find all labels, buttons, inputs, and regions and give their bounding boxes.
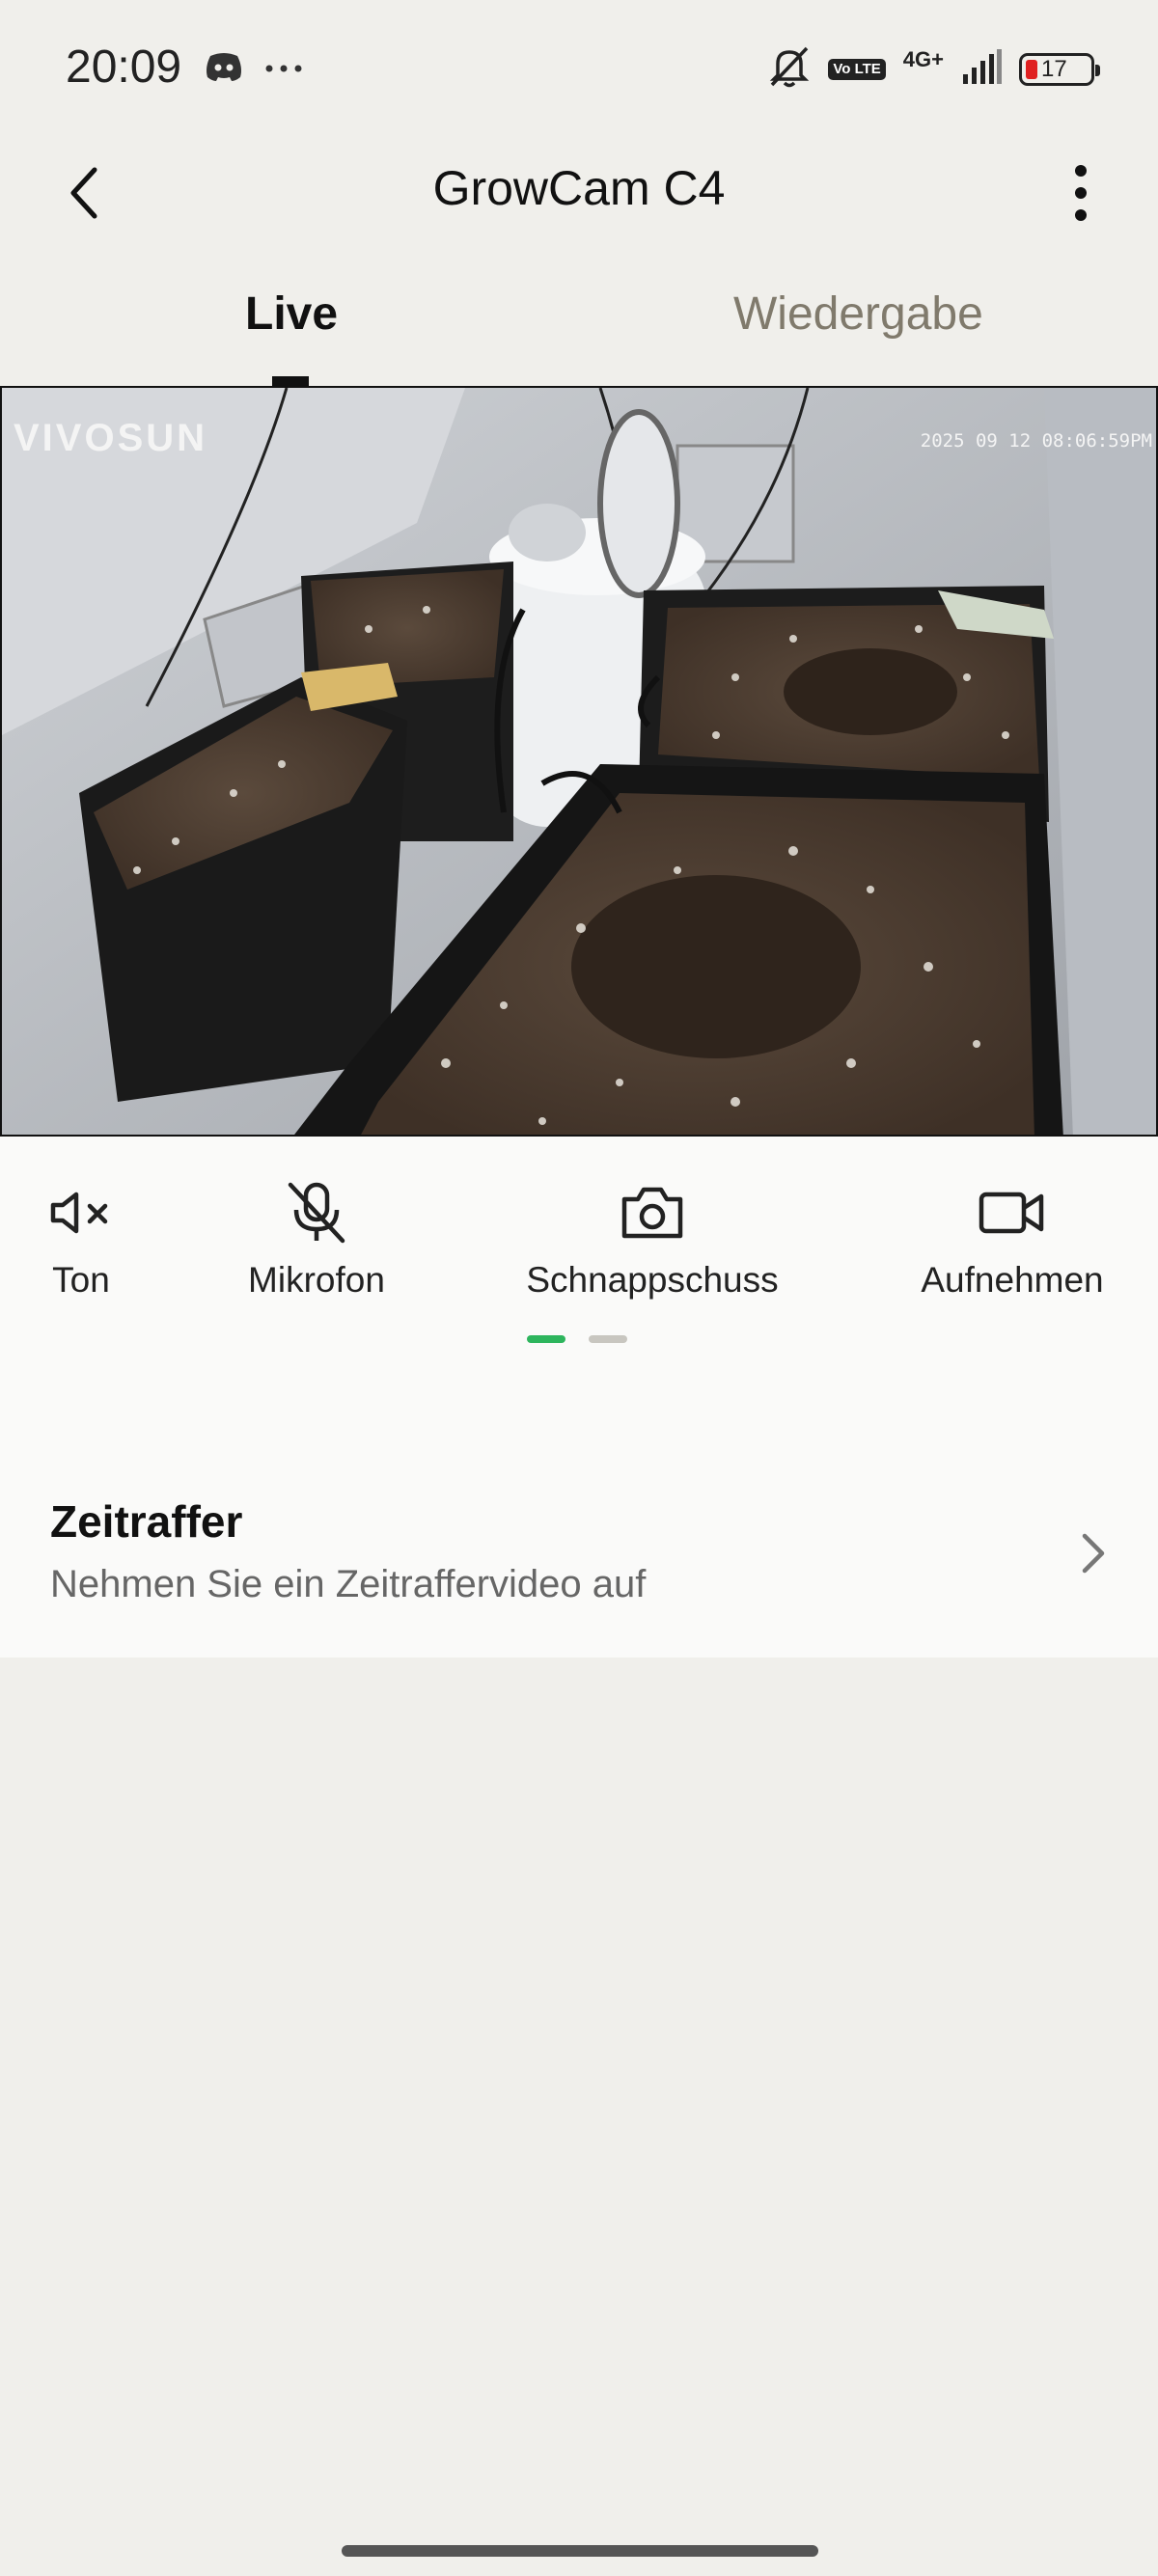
camera-timestamp: 2025 09 12 08:06:59PM [920,430,1152,452]
controls-panel: Ton Mikrofon Schnappschuss Aufnehmen Zei… [0,1137,1158,1658]
timelapse-subtitle: Nehmen Sie ein Zeitraffervideo auf [50,1563,647,1605]
pager-dot-active[interactable] [527,1335,565,1343]
timelapse-row[interactable]: Zeitraffer Nehmen Sie ein Zeitraffervide… [0,1438,1158,1658]
sound-toggle-button[interactable]: Ton [33,1169,129,1301]
active-tab-indicator [272,376,309,386]
more-dots-icon [264,61,303,78]
microphone-label: Mikrofon [248,1260,385,1300]
more-options-button[interactable] [1062,154,1100,232]
kebab-menu-icon [1075,165,1087,221]
chevron-right-icon [1069,1524,1117,1582]
app-header: GrowCam C4 [0,135,1158,251]
speaker-muted-icon [33,1169,129,1256]
volte-icon: Vo LTE [828,58,886,80]
record-label: Aufnehmen [921,1260,1104,1300]
home-indicator[interactable] [342,2545,818,2557]
microphone-toggle-button[interactable]: Mikrofon [230,1169,403,1301]
pager-dot-inactive[interactable] [589,1335,627,1343]
page-title: GrowCam C4 [432,161,726,215]
sound-label: Ton [52,1260,110,1300]
battery-percent: 17 [1041,55,1067,82]
status-time: 20:09 [66,41,182,93]
mic-off-icon [230,1169,403,1256]
timelapse-title: Zeitraffer [50,1496,243,1547]
snapshot-label: Schnappschuss [526,1260,779,1300]
tab-live[interactable]: Live [245,288,338,341]
battery-icon: 17 [1019,52,1100,86]
record-button[interactable]: Aufnehmen [901,1169,1123,1301]
signal-icon [961,49,1002,89]
network-type: 4G+ [902,46,944,71]
camera-image [2,388,1156,1135]
video-camera-icon [901,1169,1123,1256]
snapshot-button[interactable]: Schnappschuss [502,1169,803,1301]
status-bar: 20:09 Vo LTE 4G+ 17 [0,0,1158,135]
tab-playback[interactable]: Wiedergabe [733,288,983,341]
live-video-feed[interactable]: VIVOSUN 2025 09 12 08:06:59PM [0,386,1158,1137]
camera-brand-watermark: VIVOSUN [14,417,208,459]
controls-pager [527,1335,627,1343]
tab-bar: Live Wiedergabe [0,260,1158,386]
camera-icon [502,1169,803,1256]
discord-icon [205,50,243,88]
bell-off-icon [768,44,811,94]
